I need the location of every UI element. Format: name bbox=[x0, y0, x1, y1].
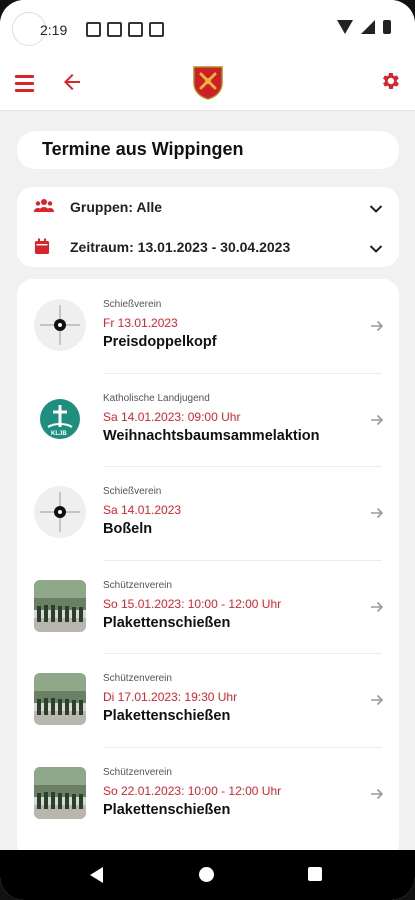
calendar-icon bbox=[34, 238, 50, 260]
wifi-icon bbox=[337, 20, 353, 34]
event-date: Sa 14.01.2023 bbox=[103, 503, 182, 517]
event-title: Plakettenschießen bbox=[103, 708, 231, 724]
system-icons bbox=[337, 20, 391, 34]
status-time: 2:19 bbox=[40, 22, 68, 38]
event-title: Plakettenschießen bbox=[103, 614, 231, 631]
period-filter[interactable]: Zeitraum: 13.01.2023 - 30.04.2023 bbox=[17, 227, 399, 267]
phone-screen: 2:19 Termine aus Wippingen Gruppen: Alle… bbox=[0, 0, 415, 900]
status-bar: 2:19 bbox=[0, 0, 415, 58]
svg-text:KLJB: KLJB bbox=[51, 431, 67, 437]
event-title: Boßeln bbox=[103, 521, 153, 537]
arrow-right-icon bbox=[370, 506, 384, 525]
event-date: So 15.01.2023: 10:00 - 12:00 Uhr bbox=[103, 596, 282, 611]
arrow-right-icon bbox=[370, 693, 384, 712]
kljb-logo-icon: KLJB bbox=[34, 392, 86, 445]
filter-card: Gruppen: Alle Zeitraum: 13.01.2023 - 30.… bbox=[17, 187, 399, 267]
period-filter-label: Zeitraum: 13.01.2023 - 30.04.2023 bbox=[70, 239, 291, 255]
event-date: So 22.01.2023: 10:00 - 12:00 Uhr bbox=[103, 783, 282, 798]
system-nav-bar bbox=[0, 850, 415, 900]
event-date: Sa 14.01.2023: 09:00 Uhr bbox=[103, 409, 241, 424]
event-group: Schützenverein bbox=[103, 673, 172, 684]
event-title: Plakettenschießen bbox=[103, 801, 231, 818]
menu-icon[interactable] bbox=[15, 75, 34, 92]
arrow-right-icon bbox=[370, 319, 384, 338]
event-group: Katholische Landjugend bbox=[103, 392, 210, 404]
nav-home-button[interactable] bbox=[199, 867, 214, 882]
groups-filter-label: Gruppen: Alle bbox=[70, 199, 163, 215]
event-title: Weihnachtsbaumsammelaktion bbox=[103, 427, 320, 444]
notification-icon bbox=[128, 22, 143, 37]
event-photo bbox=[34, 673, 86, 725]
event-list-item[interactable]: Schützenverein Di 17.01.2023: 19:30 Uhr Pl… bbox=[17, 653, 399, 746]
event-date: Fr 13.01.2023 bbox=[103, 316, 178, 330]
event-photo bbox=[34, 766, 86, 819]
event-list-item[interactable]: Schießverein Fr 13.01.2023 Preisdoppelkopf bbox=[17, 279, 399, 372]
nav-recents-button[interactable] bbox=[308, 867, 322, 881]
event-date: Di 17.01.2023: 19:30 Uhr bbox=[103, 690, 238, 704]
notification-icon bbox=[149, 22, 164, 37]
event-list-item[interactable]: Schießverein Sa 14.01.2023 Boßeln bbox=[17, 466, 399, 559]
arrow-right-icon bbox=[370, 787, 384, 806]
arrow-right-icon bbox=[370, 413, 384, 432]
event-group: Schießverein bbox=[103, 486, 162, 497]
groups-filter[interactable]: Gruppen: Alle bbox=[17, 187, 399, 227]
arrow-right-icon bbox=[370, 600, 384, 619]
event-photo bbox=[34, 579, 86, 632]
app-bar bbox=[0, 58, 415, 111]
group-icon bbox=[34, 198, 54, 219]
battery-icon bbox=[383, 20, 391, 34]
page-title: Termine aus Wippingen bbox=[42, 139, 244, 159]
back-arrow-icon[interactable] bbox=[60, 70, 84, 99]
event-list-item[interactable]: Schützenverein So 22.01.2023: 10:00 - 12:… bbox=[17, 747, 399, 840]
event-title: Preisdoppelkopf bbox=[103, 334, 217, 350]
nav-back-button[interactable] bbox=[90, 867, 103, 883]
signal-icon bbox=[361, 20, 375, 34]
event-group: Schützenverein bbox=[103, 579, 172, 591]
event-group: Schießverein bbox=[103, 299, 162, 310]
notification-icon bbox=[86, 22, 101, 37]
notification-icon bbox=[107, 22, 122, 37]
notification-icons bbox=[86, 22, 164, 37]
event-list-item[interactable]: KLJB Katholische Landjugend Sa 14.01.2023:… bbox=[17, 373, 399, 466]
chevron-down-icon bbox=[369, 241, 383, 259]
chevron-down-icon bbox=[369, 201, 383, 219]
event-list-item[interactable]: Schützenverein So 15.01.2023: 10:00 - 12:… bbox=[17, 560, 399, 653]
title-card: Termine aus Wippingen bbox=[17, 131, 399, 169]
target-logo-icon bbox=[34, 486, 86, 538]
gear-icon[interactable] bbox=[379, 70, 401, 97]
event-group: Schützenverein bbox=[103, 766, 172, 778]
crest-logo bbox=[192, 65, 224, 106]
target-logo-icon bbox=[34, 299, 86, 351]
event-list: Schießverein Fr 13.01.2023 Preisdoppelkopf… bbox=[17, 279, 399, 859]
